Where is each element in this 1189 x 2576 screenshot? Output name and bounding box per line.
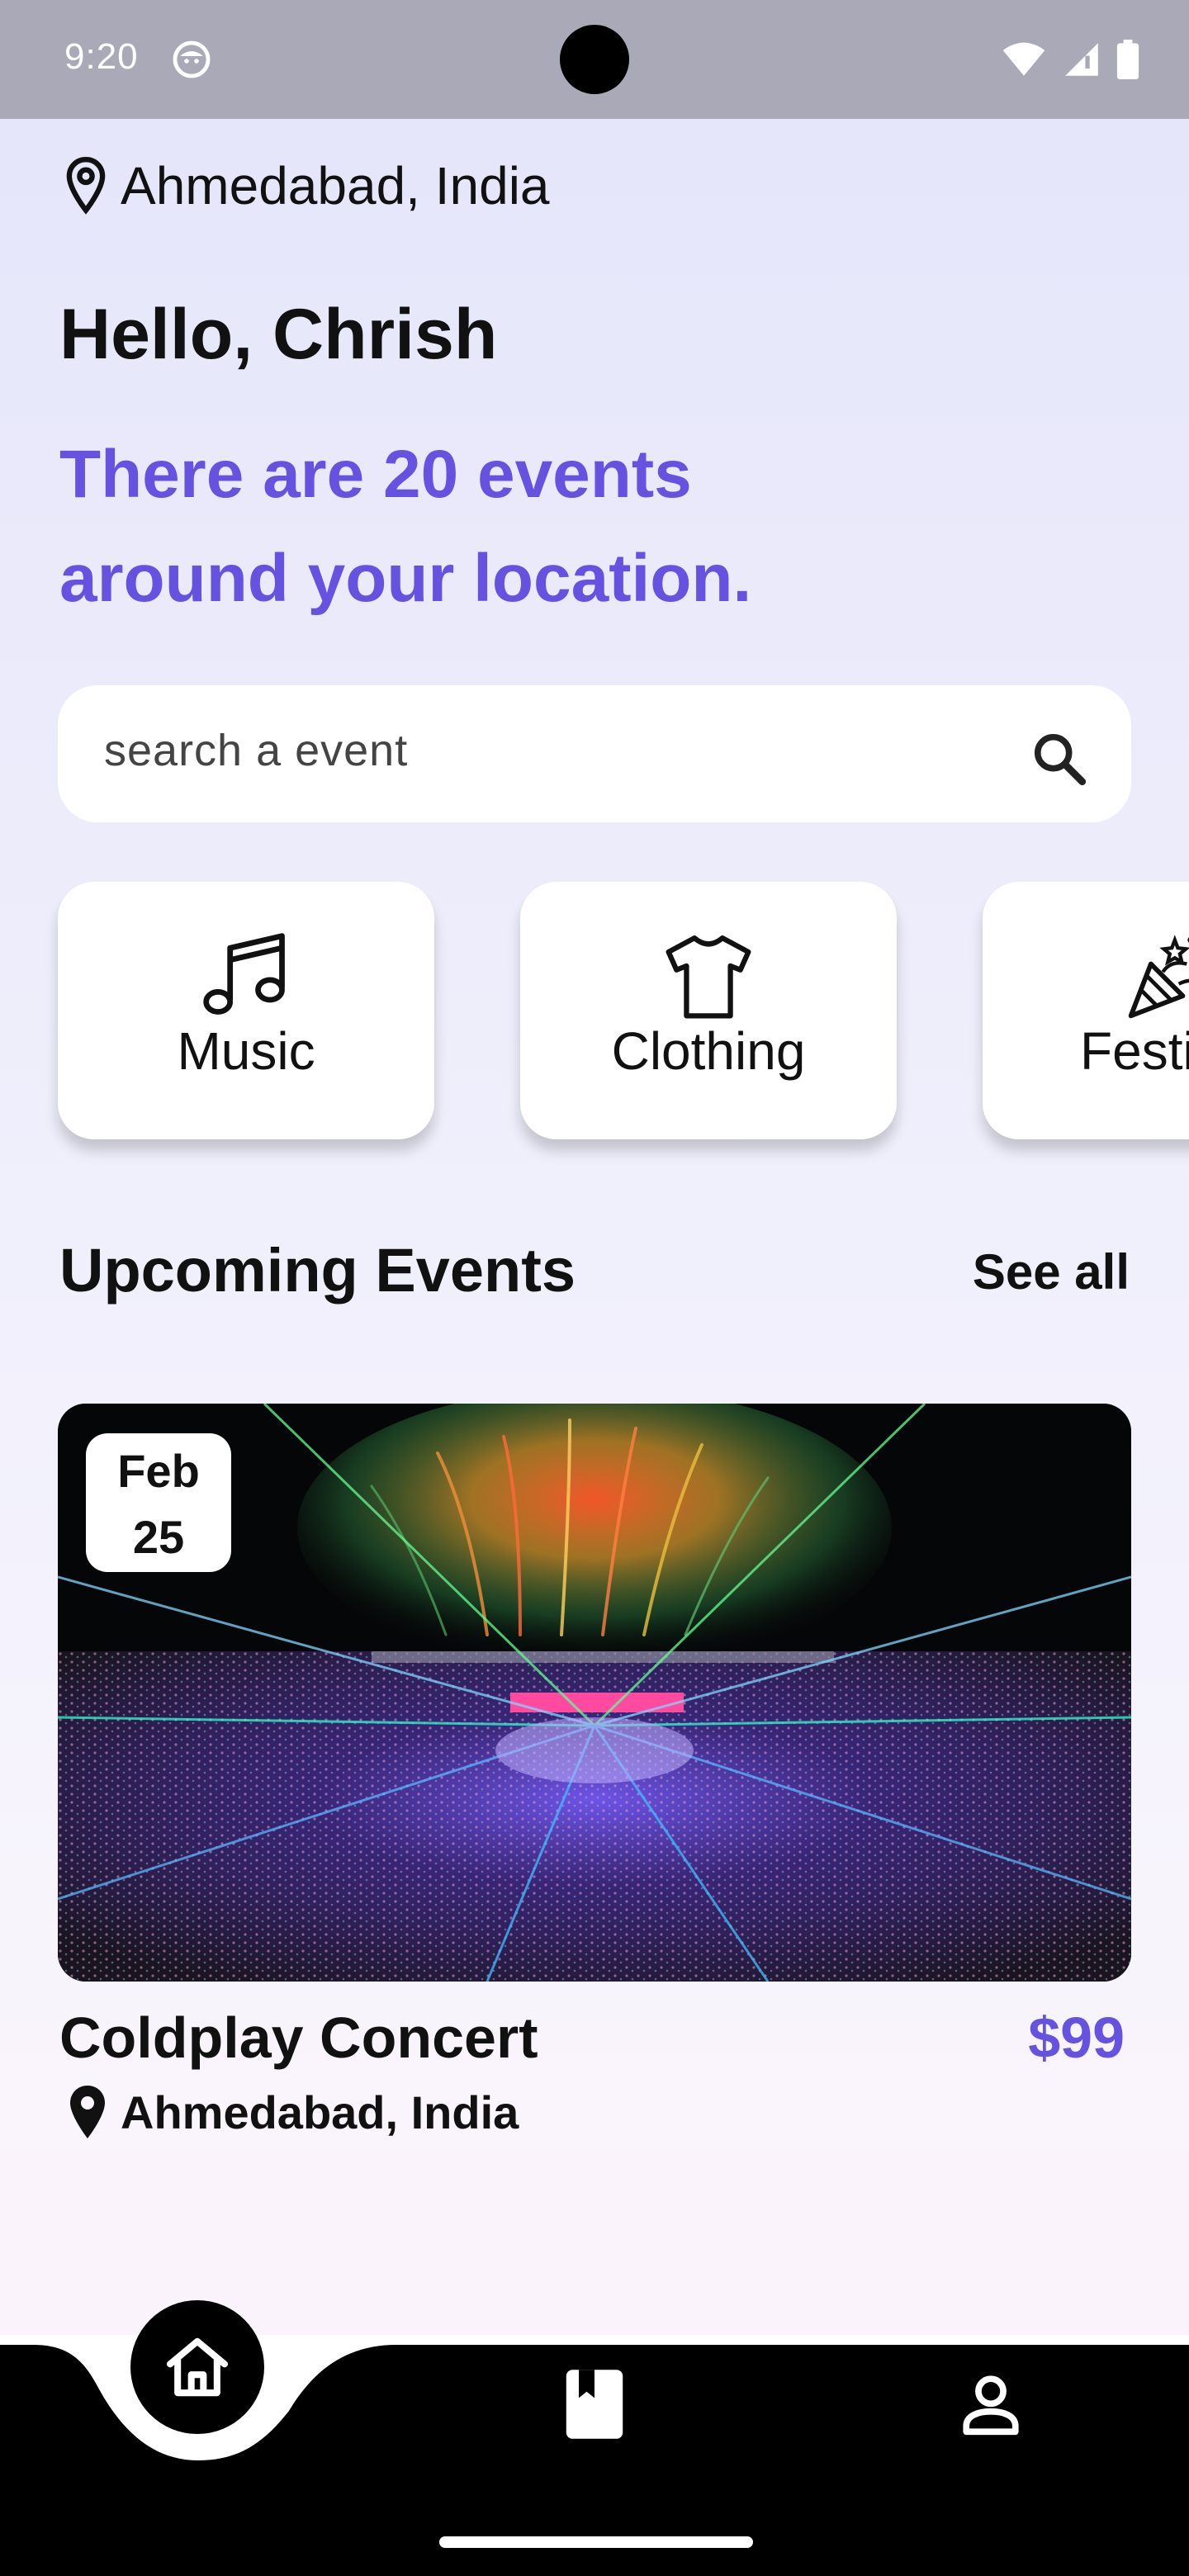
category-clothing[interactable]: Clothing [520,882,897,1139]
home-icon [166,2337,229,2397]
event-title[interactable]: Coldplay Concert [59,2005,538,2071]
event-price: $99 [1028,2005,1125,2070]
category-label: Clothing [611,1021,806,1081]
status-icons [1001,38,1139,81]
category-music[interactable]: Music [58,882,434,1139]
party-popper-icon [1128,935,1189,1019]
nav-home-button[interactable] [130,2300,264,2434]
music-note-icon [203,933,285,1015]
wifi-icon [1002,42,1045,76]
location-label: Ahmedabad, India [121,156,550,215]
search-icon[interactable] [1030,730,1088,788]
event-location: Ahmedabad, India [68,2084,519,2140]
events-headline: There are 20 events around your location… [59,437,752,616]
see-all-link[interactable]: See all [973,1243,1130,1300]
location-pin-icon [66,157,106,215]
location-pin-icon [70,2086,105,2138]
search-bar [58,685,1131,822]
camera-cutout [560,25,629,94]
profile-icon [963,2375,1019,2436]
category-label: Festival [1080,1021,1189,1081]
category-festival[interactable]: Festival [983,882,1189,1139]
category-list: Music Clothing Festival [0,859,1189,1172]
event-day: 25 [132,1511,185,1563]
face-icon [173,40,211,78]
event-date-badge: Feb 25 [86,1433,231,1572]
current-location[interactable]: Ahmedabad, India [64,155,550,216]
event-month: Feb [117,1445,200,1497]
section-title: Upcoming Events [59,1236,576,1305]
bookmark-icon [566,2370,623,2439]
status-bar: 9:20 [0,0,1189,119]
nav-profile-button[interactable] [956,2370,1026,2443]
greeting: Hello, Chrish [59,295,498,374]
signal-icon [1065,43,1098,76]
event-location-label: Ahmedabad, India [121,2086,519,2138]
status-time: 9:20 [64,36,139,77]
nav-bookmarks-button[interactable] [563,2366,626,2446]
battery-icon [1116,40,1139,79]
gesture-navigation-bar[interactable] [439,2536,753,2548]
search-input[interactable] [102,717,1014,784]
tshirt-icon [666,935,751,1019]
category-label: Music [177,1021,315,1081]
